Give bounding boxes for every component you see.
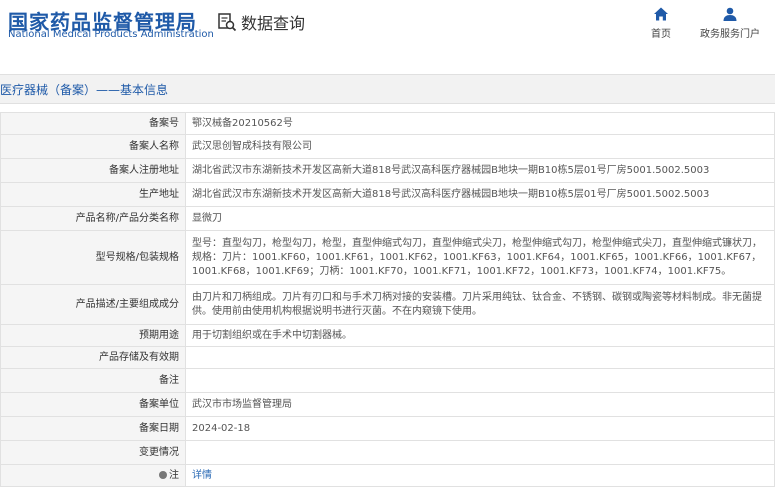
table-row: 型号规格/包装规格 型号：直型勾刀，枪型勾刀，枪型，直型伸缩式勾刀，直型伸缩式尖…: [0, 230, 775, 285]
user-icon: [723, 7, 737, 21]
row-key-note: 注: [0, 464, 186, 487]
table-row: 备案号 鄂汉械备20210562号: [0, 112, 775, 135]
row-key: 产品名称/产品分类名称: [0, 206, 186, 231]
table-row: 备案人名称 武汉思创智成科技有限公司: [0, 134, 775, 159]
row-value: 鄂汉械备20210562号: [185, 112, 775, 135]
row-key: 备案人名称: [0, 134, 186, 159]
row-value: 详情: [185, 464, 775, 487]
table-row: 备案单位 武汉市市场监督管理局: [0, 392, 775, 417]
table-row: 产品存储及有效期: [0, 346, 775, 369]
table-row: 产品名称/产品分类名称 显微刀: [0, 206, 775, 231]
row-key: 产品描述/主要组成成分: [0, 284, 186, 325]
row-value: 武汉思创智成科技有限公司: [185, 134, 775, 159]
row-key: 备案单位: [0, 392, 186, 417]
table-row: 变更情况: [0, 440, 775, 465]
row-key: 预期用途: [0, 324, 186, 347]
data-query-link[interactable]: 数据查询: [217, 10, 305, 34]
row-value: 显微刀: [185, 206, 775, 231]
row-key: 备案号: [0, 112, 186, 135]
row-key: 变更情况: [0, 440, 186, 465]
row-value: 由刀片和刀柄组成。刀片有刃口和与手术刀柄对接的安装槽。刀片采用纯钛、钛合金、不锈…: [185, 284, 775, 325]
table-row: 备案日期 2024-02-18: [0, 416, 775, 441]
section-title: 医疗器械（备案）——基本信息: [0, 83, 169, 97]
row-value: 2024-02-18: [185, 416, 775, 441]
row-key: 备案人注册地址: [0, 158, 186, 183]
nav-service-portal-label: 政务服务门户: [700, 29, 760, 40]
row-value: 湖北省武汉市东湖新技术开发区高新大道818号武汉高科医疗器械园B地块一期B10栋…: [185, 182, 775, 207]
row-key: 产品存储及有效期: [0, 346, 186, 369]
row-key: 生产地址: [0, 182, 186, 207]
data-query-label: 数据查询: [241, 14, 306, 33]
row-key: 型号规格/包装规格: [0, 230, 186, 285]
row-value: [185, 346, 775, 369]
table-row: 备案人注册地址 湖北省武汉市东湖新技术开发区高新大道818号武汉高科医疗器械园B…: [0, 158, 775, 183]
row-value: 型号：直型勾刀，枪型勾刀，枪型，直型伸缩式勾刀，直型伸缩式尖刀，枪型伸缩式勾刀，…: [185, 230, 775, 285]
row-key: 备案日期: [0, 416, 186, 441]
document-search-icon: [218, 13, 237, 32]
bulb-icon: [159, 470, 167, 479]
table-row: 备注: [0, 368, 775, 393]
row-value: 用于切割组织或在手术中切割器械。: [185, 324, 775, 347]
home-icon: [654, 7, 668, 21]
note-label: 注: [169, 469, 179, 481]
row-value: 湖北省武汉市东湖新技术开发区高新大道818号武汉高科医疗器械园B地块一期B10栋…: [185, 158, 775, 183]
logo-subtitle: National Medical Products Administration: [8, 29, 214, 40]
row-value: [185, 368, 775, 393]
details-link[interactable]: 详情: [192, 470, 212, 481]
info-table: 备案号 鄂汉械备20210562号 备案人名称 武汉思创智成科技有限公司 备案人…: [0, 112, 775, 487]
nav-home-label: 首页: [651, 29, 671, 40]
table-row: 预期用途 用于切割组织或在手术中切割器械。: [0, 324, 775, 347]
row-value: [185, 440, 775, 465]
table-row: 产品描述/主要组成成分 由刀片和刀柄组成。刀片有刃口和与手术刀柄对接的安装槽。刀…: [0, 284, 775, 325]
section-bar: 医疗器械（备案）——基本信息: [0, 74, 775, 104]
table-row: 生产地址 湖北省武汉市东湖新技术开发区高新大道818号武汉高科医疗器械园B地块一…: [0, 182, 775, 207]
nav-home[interactable]: 首页: [651, 6, 671, 40]
row-key: 备注: [0, 368, 186, 393]
table-row: 注 详情: [0, 464, 775, 487]
site-header: 国家药品监督管理局 National Medical Products Admi…: [0, 0, 775, 62]
row-value: 武汉市市场监督管理局: [185, 392, 775, 417]
nav-service-portal[interactable]: 政务服务门户: [700, 6, 760, 40]
